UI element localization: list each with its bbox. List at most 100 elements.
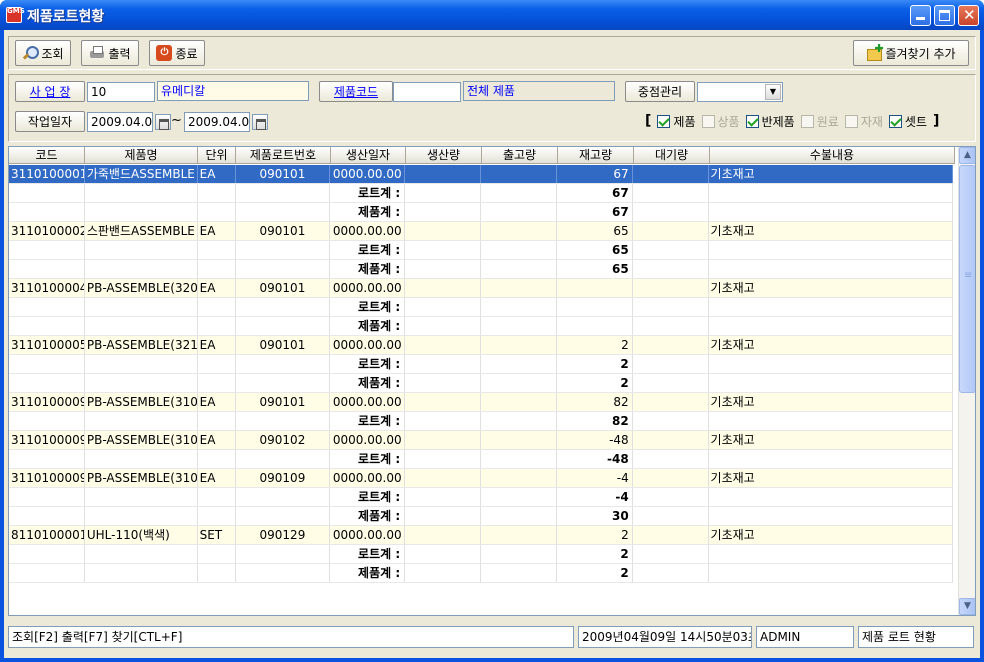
column-header-shipped-qty[interactable]: 출고량 [482, 147, 558, 164]
cell-production-qty [405, 279, 482, 297]
cell-stock-qty [557, 279, 633, 297]
cell-transaction-note [709, 298, 953, 316]
site-lookup-button[interactable]: 사 업 장 [15, 81, 85, 102]
title-bar[interactable]: GMS 제품로트현황 ✕ [0, 0, 984, 30]
cell-transaction-note: 기초재고 [709, 279, 954, 297]
bracket-close: ] [933, 113, 940, 129]
cell-production-qty [405, 412, 481, 430]
scroll-thumb[interactable] [959, 165, 975, 393]
check-material[interactable]: 자재 [844, 113, 883, 130]
checkbox-checked-icon[interactable] [888, 114, 902, 128]
check-semi-product[interactable]: 반제품 [745, 113, 795, 130]
maximize-button[interactable] [934, 5, 955, 26]
cell-unit [198, 488, 236, 506]
check-raw-material[interactable]: 원료 [800, 113, 839, 130]
print-button[interactable]: 출력 [81, 40, 139, 66]
priority-select[interactable]: ▼ [697, 82, 783, 102]
subtotal-row[interactable]: 로트계 : -4 [9, 488, 953, 507]
subtotal-row[interactable]: 로트계 : 67 [9, 184, 953, 203]
scroll-up-icon[interactable]: ▲ [959, 147, 975, 164]
column-header-unit[interactable]: 단위 [198, 147, 236, 164]
cell-lot-number [236, 488, 331, 506]
subtotal-row[interactable]: 제품계 : [9, 317, 953, 336]
checkbox-checked-icon[interactable] [657, 114, 671, 128]
client-area: 조회 출력 ⏻ 종료 즐겨찾기 추가 사 업 장 10 유메디칼 제품코드 [4, 30, 980, 658]
subtotal-row[interactable]: 로트계 : [9, 298, 953, 317]
column-header-lot-number[interactable]: 제품로트번호 [236, 147, 331, 164]
check-goods[interactable]: 상품 [701, 113, 740, 130]
status-bar: 조회[F2] 출력[F7] 찾기[CTL+F] 2009년04월09일 14시5… [8, 626, 976, 648]
subtotal-row[interactable]: 제품계 : 2 [9, 374, 953, 393]
subtotal-row[interactable]: 제품계 : 65 [9, 260, 953, 279]
column-header-transaction-note[interactable]: 수불내용 [710, 147, 955, 164]
subtotal-row[interactable]: 로트계 : 2 [9, 355, 953, 374]
check-product[interactable]: 제품 [657, 113, 696, 130]
calendar-icon[interactable] [155, 114, 171, 130]
cell-shipped-qty [481, 241, 557, 259]
table-row[interactable]: 3110100005PB-ASSEMBLE(321용)EA0901010000.… [9, 336, 954, 355]
table-row[interactable]: 3110100004PB-ASSEMBLE(320용)EA0901010000.… [9, 279, 954, 298]
lot-grid[interactable]: 코드 제품명 단위 제품로트번호 생산일자 생산량 출고량 재고량 대기량 수불내용 311010… [8, 146, 976, 616]
table-row[interactable]: 3110100001 가죽밴드ASSEMBLE EA 090101 0000.00.00… [9, 165, 954, 184]
checkbox-checked-icon[interactable] [745, 114, 759, 128]
minimize-button[interactable] [910, 5, 931, 26]
product-code-lookup-button[interactable]: 제품코드 [319, 81, 393, 102]
subtotal-row[interactable]: 제품계 : 30 [9, 507, 953, 526]
column-header-code[interactable]: 코드 [9, 147, 85, 164]
table-row[interactable]: 3110100009PB-ASSEMBLE(310용)EA0901020000.… [9, 431, 954, 450]
cell-lot-number [236, 374, 331, 392]
column-header-product-name[interactable]: 제품명 [85, 147, 198, 164]
table-row[interactable]: 3110100002 스판밴드ASSEMBLE EA 090101 0000.00.00… [9, 222, 954, 241]
subtotal-stock [557, 298, 633, 316]
search-button[interactable]: 조회 [15, 40, 71, 66]
checkbox-unchecked-icon[interactable] [701, 114, 715, 128]
cell-production-qty [405, 336, 482, 354]
column-header-pending-qty[interactable]: 대기량 [634, 147, 710, 164]
column-header-production-qty[interactable]: 생산량 [406, 147, 482, 164]
scroll-down-icon[interactable]: ▼ [959, 598, 975, 615]
table-row[interactable]: 8110100001 UHL-110(백색) SET 090129 0000.00.00… [9, 526, 954, 545]
add-favorite-button[interactable]: 즐겨찾기 추가 [853, 40, 969, 66]
subtotal-row[interactable]: 제품계 : 67 [9, 203, 953, 222]
product-code-label: 제품코드 [333, 85, 379, 99]
date-from-field[interactable]: 2009.04.09 [87, 112, 153, 132]
site-code-field[interactable]: 10 [87, 82, 155, 102]
subtotal-row[interactable]: 로트계 : 82 [9, 412, 953, 431]
product-code-field[interactable] [393, 82, 461, 102]
cell-unit: SET [198, 526, 236, 544]
close-button[interactable]: ✕ [958, 5, 979, 26]
cell-shipped-qty [481, 222, 557, 240]
exit-button[interactable]: ⏻ 종료 [149, 40, 205, 66]
check-product-label: 제품 [673, 114, 696, 129]
subtotal-row[interactable]: 로트계 : -48 [9, 450, 953, 469]
table-row[interactable]: 3110100009PB-ASSEMBLE(310용)EA0901010000.… [9, 393, 954, 412]
cell-unit [198, 241, 236, 259]
check-material-label: 자재 [860, 114, 883, 129]
subtotal-row[interactable]: 로트계 : 65 [9, 241, 953, 260]
vertical-scrollbar[interactable]: ▲ ▼ [958, 147, 975, 615]
cell-code [9, 374, 85, 392]
date-to-field[interactable]: 2009.04.09 [184, 112, 250, 132]
subtotal-row[interactable]: 로트계 : 2 [9, 545, 953, 564]
cell-shipped-qty [481, 412, 557, 430]
cell-shipped-qty [481, 279, 557, 297]
cell-pending-qty [633, 450, 709, 468]
subtotal-row[interactable]: 제품계 : 2 [9, 564, 953, 583]
table-row[interactable]: 3110100009PB-ASSEMBLE(310용)EA0901090000.… [9, 469, 954, 488]
subtotal-stock: 30 [557, 507, 633, 525]
check-set[interactable]: 셋트 [888, 113, 927, 130]
calendar-icon[interactable] [252, 114, 268, 130]
date-range-separator: ~ [171, 113, 182, 128]
cell-product-name [85, 184, 198, 202]
column-header-stock-qty[interactable]: 재고량 [558, 147, 634, 164]
checkbox-unchecked-icon[interactable] [800, 114, 814, 128]
cell-transaction-note [709, 507, 953, 525]
cell-code: 3110100001 [11, 165, 85, 183]
cell-transaction-note [709, 260, 953, 278]
chevron-down-icon[interactable]: ▼ [765, 84, 781, 100]
subtotal-stock: 65 [557, 241, 633, 259]
cell-transaction-note [709, 564, 953, 582]
cell-unit [198, 545, 236, 563]
checkbox-unchecked-icon[interactable] [844, 114, 858, 128]
column-header-production-date[interactable]: 생산일자 [331, 147, 406, 164]
